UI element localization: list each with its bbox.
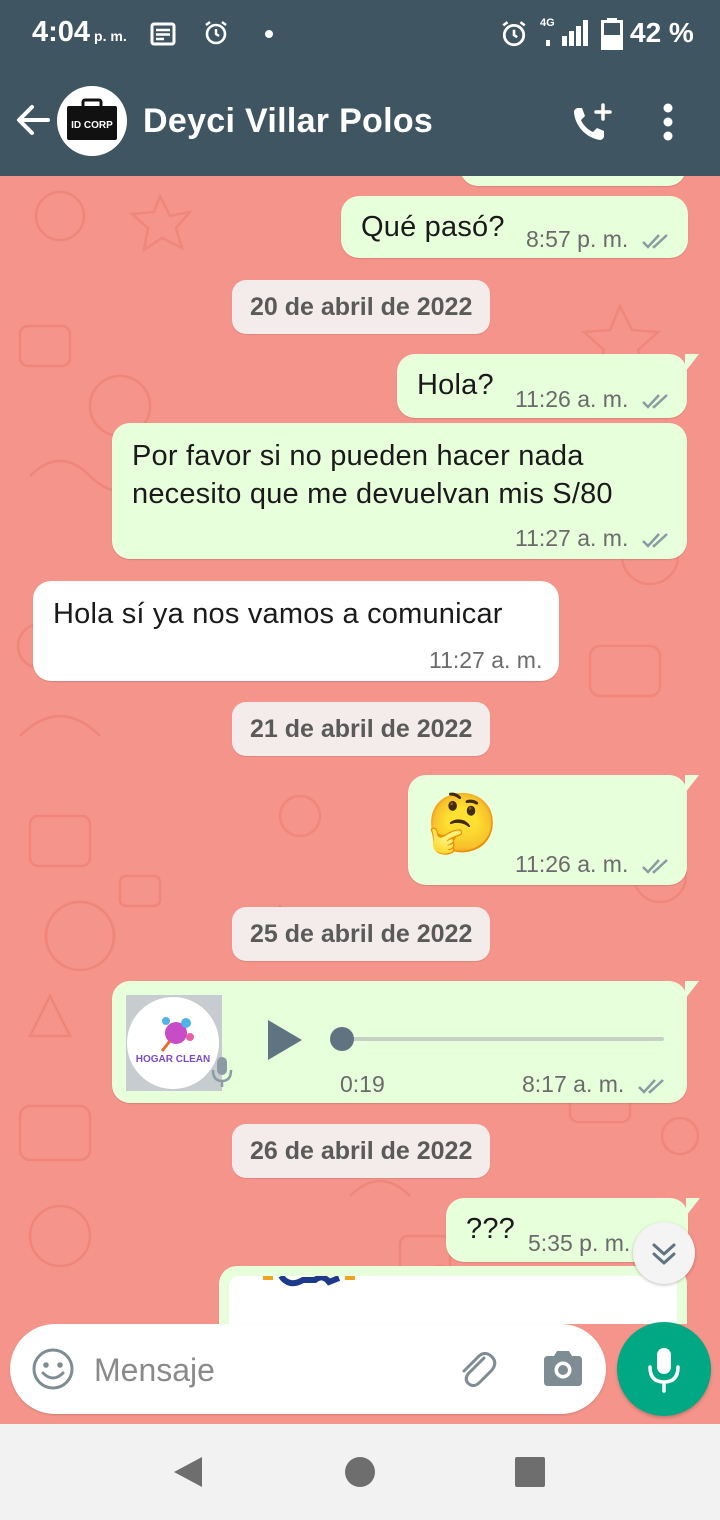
news-icon xyxy=(150,22,176,46)
date-separator: 26 de abril de 2022 xyxy=(232,1124,491,1178)
message-time: 11:26 a. m. xyxy=(515,386,673,413)
system-nav-bar xyxy=(0,1424,720,1520)
double-check-icon xyxy=(641,394,668,409)
signal-icon xyxy=(546,20,588,46)
message-composer xyxy=(10,1324,606,1414)
contact-avatar[interactable]: ID CORP xyxy=(57,86,127,156)
hogar-clean-logo-icon: HOGAR CLEAN xyxy=(136,1017,210,1065)
message-timestamp: 11:27 a. m. xyxy=(515,525,629,551)
voice-message-bubble[interactable]: HOGAR CLEAN 0:19 8:17 a. m. xyxy=(112,981,699,1103)
message-time: 8:57 p. m. xyxy=(526,226,673,253)
status-bar: 4:04 p. m. 4G 42 % xyxy=(0,0,720,68)
double-check-icon xyxy=(641,234,668,249)
bubble-tail xyxy=(685,981,699,999)
message-text: Hola sí ya nos vamos a comunicar xyxy=(53,598,503,630)
attach-icon[interactable] xyxy=(454,1346,500,1392)
bubble-tail xyxy=(686,1198,700,1216)
more-vert-icon[interactable] xyxy=(662,102,674,142)
briefcase-logo-icon: ID CORP xyxy=(67,98,117,140)
message-input[interactable] xyxy=(92,1342,436,1398)
double-check-icon xyxy=(641,859,668,874)
message-timestamp: 5:35 p. m. xyxy=(528,1230,631,1256)
message-text: ??? xyxy=(466,1213,515,1245)
contact-name[interactable]: Deyci Villar Polos xyxy=(143,102,433,141)
status-time: 4:04 p. m. xyxy=(32,16,127,49)
alarm-icon xyxy=(205,21,227,45)
nav-home-icon[interactable] xyxy=(343,1455,377,1489)
message-time: 5:35 p. m. xyxy=(528,1230,630,1257)
image-logo-fragment xyxy=(263,1276,355,1287)
voice-duration: 0:19 xyxy=(340,1071,385,1097)
date-separator: 20 de abril de 2022 xyxy=(232,280,491,334)
chat-area[interactable]: Qué pasó? 8:57 p. m. 20 de abril de 2022… xyxy=(0,176,720,1324)
mic-badge-icon xyxy=(211,1057,233,1087)
nav-recents-icon[interactable] xyxy=(514,1456,546,1488)
message-time: 8:17 a. m. xyxy=(522,1071,669,1098)
play-icon[interactable] xyxy=(264,1018,304,1062)
emoji-icon[interactable] xyxy=(30,1346,76,1392)
status-ampm: p. m. xyxy=(94,28,127,44)
image-message-bubble-partial[interactable] xyxy=(219,1266,687,1324)
message-timestamp: 8:17 a. m. xyxy=(522,1071,625,1097)
notification-dot-icon xyxy=(265,30,273,38)
message-text: Qué pasó? xyxy=(361,211,505,243)
chevron-double-down-icon xyxy=(652,1243,676,1265)
message-time: 11:27 a. m. xyxy=(429,647,542,674)
alarm-status-icon xyxy=(502,21,526,47)
voice-avatar-brand: HOGAR CLEAN xyxy=(136,1054,210,1065)
message-timestamp: 11:26 a. m. xyxy=(515,851,629,877)
battery-icon xyxy=(601,18,623,50)
message-bubble-partial[interactable] xyxy=(460,176,686,186)
message-emoji: 🤔 xyxy=(426,791,499,856)
battery-level: 42 % xyxy=(630,17,694,48)
message-bubble-outgoing[interactable]: Hola? 11:26 a. m. xyxy=(397,354,699,418)
add-call-icon[interactable] xyxy=(570,102,614,144)
message-time: 11:26 a. m. xyxy=(515,851,673,878)
status-time-value: 4:04 xyxy=(32,16,91,48)
message-text: Hola? xyxy=(417,369,494,401)
message-bubble-outgoing[interactable]: 🤔 11:26 a. m. xyxy=(408,775,699,885)
message-text-line1: Por favor si no pueden hacer nada xyxy=(132,440,584,472)
double-check-icon xyxy=(637,1079,664,1094)
message-bubble-outgoing[interactable]: Qué pasó? 8:57 p. m. xyxy=(341,196,688,258)
scroll-to-bottom-button[interactable] xyxy=(633,1222,695,1284)
avatar-logo-text: ID CORP xyxy=(71,120,113,131)
chat-header: ID CORP Deyci Villar Polos xyxy=(0,68,720,176)
message-timestamp: 11:26 a. m. xyxy=(515,386,629,412)
bubble-tail xyxy=(685,354,699,372)
voice-record-button[interactable] xyxy=(617,1322,711,1416)
bubble-tail xyxy=(685,775,699,793)
mic-icon xyxy=(648,1348,680,1393)
voice-progress-handle[interactable] xyxy=(330,1027,354,1051)
image-preview[interactable] xyxy=(229,1276,677,1324)
message-timestamp: 11:27 a. m. xyxy=(429,647,543,673)
date-separator: 25 de abril de 2022 xyxy=(232,907,491,961)
message-bubble-incoming[interactable]: Hola sí ya nos vamos a comunicar 11:27 a… xyxy=(33,581,559,681)
camera-icon[interactable] xyxy=(540,1346,586,1392)
nav-back-icon[interactable] xyxy=(172,1455,204,1489)
back-arrow-icon[interactable] xyxy=(14,102,52,138)
voice-avatar: HOGAR CLEAN xyxy=(126,995,233,1091)
message-time: 11:27 a. m. xyxy=(515,525,673,552)
message-text-line2: necesito que me devuelvan mis S/80 xyxy=(132,478,613,510)
voice-progress-track[interactable] xyxy=(330,1027,664,1051)
double-check-icon xyxy=(641,533,668,548)
message-timestamp: 8:57 p. m. xyxy=(526,226,629,252)
date-separator: 21 de abril de 2022 xyxy=(232,702,491,756)
message-bubble-outgoing[interactable]: Por favor si no pueden hacer nada necesi… xyxy=(112,423,687,559)
